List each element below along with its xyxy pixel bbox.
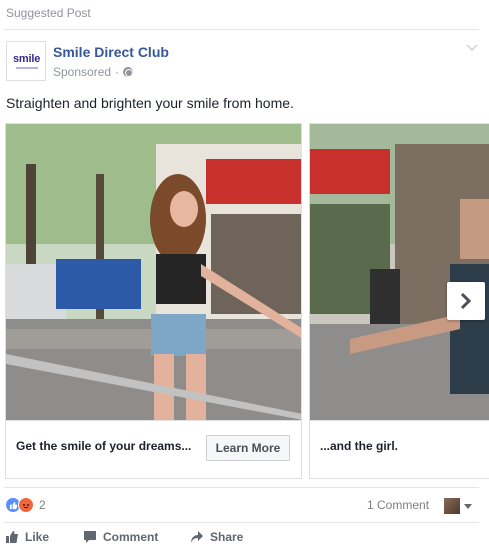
angry-reaction-icon <box>18 497 34 513</box>
dot-separator: · <box>115 65 120 79</box>
share-button[interactable]: Share <box>190 530 243 544</box>
reactions-summary[interactable]: 2 <box>5 497 46 513</box>
sponsored-link[interactable]: Sponsored <box>53 65 111 79</box>
chevron-down-icon[interactable] <box>466 43 478 53</box>
post-header: smile Smile Direct Club Sponsored · <box>6 41 484 85</box>
like-button[interactable]: Like <box>5 530 49 544</box>
card-1-footer: Get the smile of your dreams... Learn Mo… <box>6 420 301 478</box>
reaction-count: 2 <box>39 498 46 512</box>
card-1-headline[interactable]: Get the smile of your dreams... <box>16 439 191 453</box>
viewer-avatar[interactable] <box>444 498 460 514</box>
card-image-guy-street[interactable] <box>310 124 489 420</box>
logo-text: smile <box>13 53 41 65</box>
share-label: Share <box>210 530 244 544</box>
card-2-headline[interactable]: ...and the girl. <box>320 439 398 453</box>
share-icon <box>191 531 203 543</box>
card-image-girl-street[interactable] <box>6 124 302 420</box>
globe-icon <box>123 67 134 77</box>
chevron-right-icon <box>460 292 472 310</box>
post-actions-bar: Like Comment Share <box>5 530 483 550</box>
comment-label: Comment <box>103 530 159 544</box>
comment-button[interactable]: Comment <box>83 530 158 544</box>
page-logo[interactable]: smile <box>6 41 46 81</box>
like-label: Like <box>25 530 50 544</box>
comments-count-link[interactable]: 1 Comment <box>367 498 429 512</box>
caret-down-icon[interactable] <box>464 504 472 509</box>
carousel: Get the smile of your dreams... Learn Mo… <box>5 123 489 481</box>
page-name-link[interactable]: Smile Direct Club <box>53 44 169 60</box>
like-icon <box>6 531 18 543</box>
top-divider <box>4 29 479 30</box>
suggested-post-label: Suggested Post <box>6 6 91 20</box>
reactions-divider <box>4 487 479 488</box>
post-text: Straighten and brighten your smile from … <box>6 95 294 111</box>
learn-more-button[interactable]: Learn More <box>206 435 290 461</box>
card-2-footer: ...and the girl. <box>310 420 489 478</box>
carousel-next-button[interactable] <box>447 282 485 320</box>
comment-icon <box>84 531 96 543</box>
logo-underline <box>16 67 38 69</box>
carousel-card-1[interactable]: Get the smile of your dreams... Learn Mo… <box>5 123 302 479</box>
actions-divider <box>4 522 479 523</box>
sponsored-line: Sponsored · <box>53 65 134 79</box>
